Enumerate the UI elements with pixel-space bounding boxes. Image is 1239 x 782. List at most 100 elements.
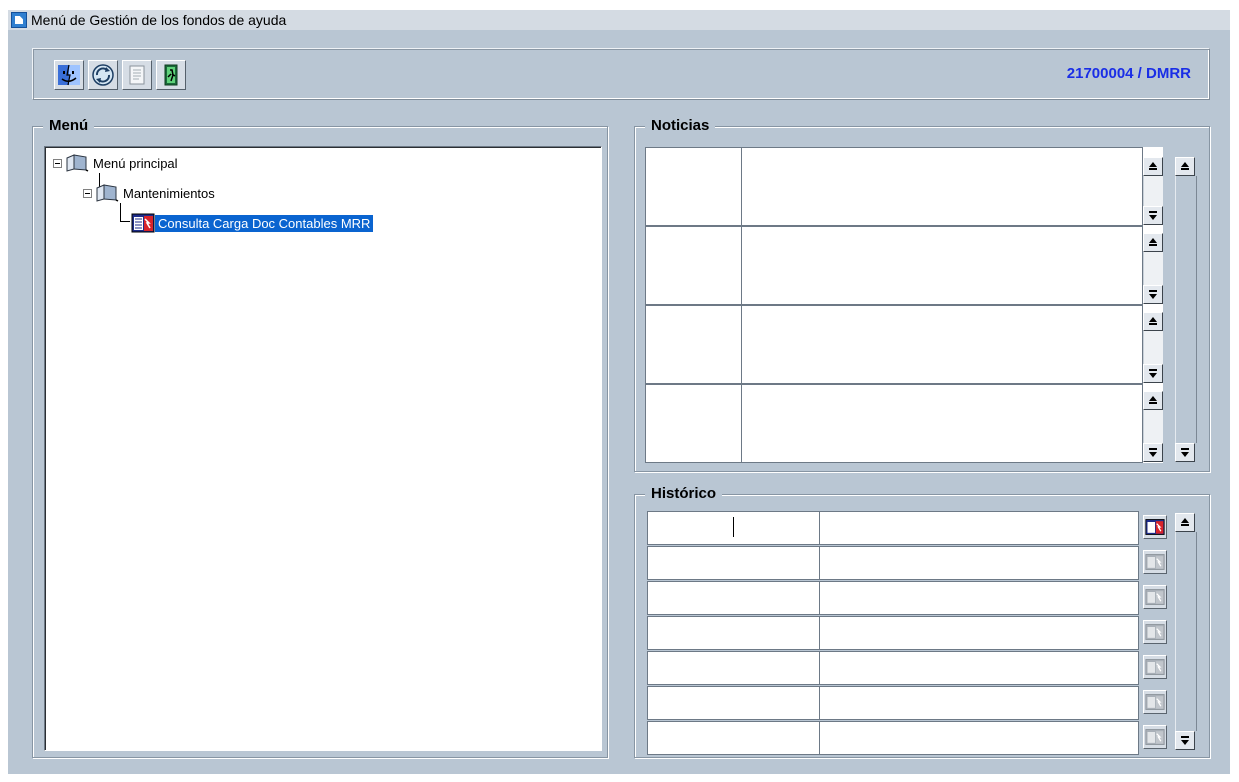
historico-date-cell[interactable] bbox=[647, 651, 820, 685]
scroll-track[interactable] bbox=[1143, 331, 1163, 364]
toolbar: 21700004 / DMRR bbox=[32, 48, 1210, 100]
form-window-icon bbox=[1145, 729, 1165, 745]
form-window-icon bbox=[1145, 659, 1165, 675]
menu-group: Menú Menú principal Mantenimientos Consu… bbox=[32, 117, 608, 758]
arrow-down-icon bbox=[1181, 448, 1189, 457]
scroll-track[interactable] bbox=[1143, 176, 1163, 206]
noticias-group-title: Noticias bbox=[645, 117, 716, 135]
historico-open-button[interactable] bbox=[1143, 620, 1167, 644]
scroll-up-button[interactable] bbox=[1175, 157, 1195, 176]
noticia-scrollbar[interactable] bbox=[1143, 305, 1163, 384]
historico-date-cell[interactable] bbox=[647, 616, 820, 650]
tree-node-root[interactable]: Menú principal bbox=[53, 153, 181, 173]
scroll-down-button[interactable] bbox=[1143, 364, 1163, 383]
arrow-up-icon bbox=[1149, 238, 1157, 246]
historico-open-button[interactable] bbox=[1143, 655, 1167, 679]
main-window: Menú de Gestión de los fondos de ayuda 2… bbox=[8, 10, 1230, 774]
historico-text-cell[interactable] bbox=[819, 721, 1139, 755]
noticias-scrollbar[interactable] bbox=[1175, 147, 1197, 463]
text-caret bbox=[733, 517, 734, 537]
historico-date-cell[interactable] bbox=[647, 546, 820, 580]
historico-open-button[interactable] bbox=[1143, 515, 1167, 539]
tree-label-mantenimientos: Mantenimientos bbox=[123, 185, 215, 201]
arrow-down-icon bbox=[1149, 448, 1157, 457]
noticia-date-cell[interactable] bbox=[645, 147, 742, 226]
collapse-icon[interactable] bbox=[53, 158, 62, 168]
form-window-icon bbox=[131, 213, 155, 233]
tree-node-mantenimientos[interactable]: Mantenimientos bbox=[83, 183, 218, 203]
exit-button[interactable] bbox=[156, 60, 186, 90]
scroll-track[interactable] bbox=[1143, 410, 1163, 443]
historico-open-button[interactable] bbox=[1143, 690, 1167, 714]
historico-date-cell[interactable] bbox=[647, 686, 820, 720]
noticia-text-cell[interactable] bbox=[741, 384, 1143, 463]
refresh-button[interactable] bbox=[88, 60, 118, 90]
tree-node-consulta[interactable]: Consulta Carga Doc Contables MRR bbox=[131, 213, 374, 233]
historico-open-button[interactable] bbox=[1143, 725, 1167, 749]
arrow-down-icon bbox=[1181, 736, 1189, 745]
historico-open-button[interactable] bbox=[1143, 585, 1167, 609]
historico-text-cell[interactable] bbox=[819, 546, 1139, 580]
arrow-up-icon bbox=[1181, 162, 1189, 170]
finder-button[interactable] bbox=[54, 60, 84, 90]
document-button[interactable] bbox=[122, 60, 152, 90]
scroll-up-button[interactable] bbox=[1175, 513, 1195, 532]
scroll-up-button[interactable] bbox=[1143, 233, 1163, 252]
noticias-group: Noticias bbox=[634, 117, 1210, 472]
noticia-scrollbar[interactable] bbox=[1143, 384, 1163, 463]
scroll-up-button[interactable] bbox=[1143, 391, 1163, 410]
historico-text-cell[interactable] bbox=[819, 651, 1139, 685]
scroll-down-button[interactable] bbox=[1143, 285, 1163, 304]
arrow-up-icon bbox=[1181, 518, 1189, 526]
historico-open-button[interactable] bbox=[1143, 550, 1167, 574]
scroll-track[interactable] bbox=[1175, 532, 1197, 731]
historico-text-cell[interactable] bbox=[819, 686, 1139, 720]
noticia-scrollbar[interactable] bbox=[1143, 226, 1163, 305]
noticia-date-cell[interactable] bbox=[645, 384, 742, 463]
user-label: 21700004 / DMRR bbox=[1066, 65, 1191, 82]
arrow-down-icon bbox=[1149, 369, 1157, 378]
form-window-icon bbox=[1145, 694, 1165, 710]
noticia-date-cell[interactable] bbox=[645, 305, 742, 384]
noticia-scrollbar[interactable] bbox=[1143, 147, 1163, 226]
scroll-track[interactable] bbox=[1175, 176, 1197, 443]
arrow-up-icon bbox=[1149, 396, 1157, 404]
collapse-icon[interactable] bbox=[83, 188, 92, 198]
tree-connector bbox=[120, 221, 130, 222]
form-window-icon bbox=[1145, 519, 1165, 535]
tree-connector bbox=[120, 203, 121, 222]
form-window-icon bbox=[1145, 624, 1165, 640]
title-bar: Menú de Gestión de los fondos de ayuda bbox=[8, 10, 1230, 30]
folder-open-icon bbox=[66, 154, 89, 172]
noticia-text-cell[interactable] bbox=[741, 147, 1143, 226]
scroll-down-button[interactable] bbox=[1175, 443, 1195, 462]
menu-group-title: Menú bbox=[43, 117, 95, 135]
folder-open-icon bbox=[96, 184, 119, 202]
document-icon bbox=[129, 65, 145, 85]
tree-label-root: Menú principal bbox=[93, 155, 178, 171]
scroll-down-button[interactable] bbox=[1143, 206, 1163, 225]
scroll-up-button[interactable] bbox=[1143, 157, 1163, 176]
noticia-text-cell[interactable] bbox=[741, 226, 1143, 305]
scroll-track[interactable] bbox=[1143, 252, 1163, 285]
historico-text-cell[interactable] bbox=[819, 581, 1139, 615]
noticia-text-cell[interactable] bbox=[741, 305, 1143, 384]
scroll-down-button[interactable] bbox=[1175, 731, 1195, 750]
historico-date-cell[interactable] bbox=[647, 581, 820, 615]
form-window-icon bbox=[1145, 554, 1165, 570]
scroll-up-button[interactable] bbox=[1143, 312, 1163, 331]
historico-group: Histórico bbox=[634, 485, 1210, 758]
historico-text-cell[interactable] bbox=[819, 511, 1139, 545]
historico-group-title: Histórico bbox=[645, 485, 723, 503]
menu-tree[interactable]: Menú principal Mantenimientos Consulta C… bbox=[44, 146, 602, 751]
historico-text-cell[interactable] bbox=[819, 616, 1139, 650]
historico-date-cell[interactable] bbox=[647, 721, 820, 755]
scroll-down-button[interactable] bbox=[1143, 443, 1163, 462]
exit-door-icon bbox=[164, 64, 178, 86]
noticia-date-cell[interactable] bbox=[645, 226, 742, 305]
arrow-up-icon bbox=[1149, 317, 1157, 325]
refresh-icon bbox=[92, 64, 114, 86]
arrow-up-icon bbox=[1149, 162, 1157, 170]
historico-scrollbar[interactable] bbox=[1175, 511, 1197, 751]
finder-icon bbox=[58, 64, 80, 86]
